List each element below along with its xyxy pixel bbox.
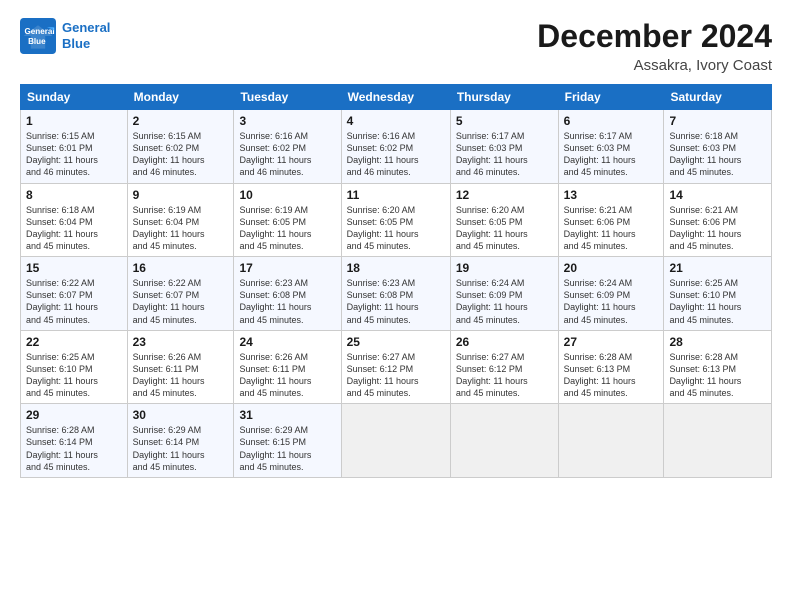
logo: General Blue General Blue	[20, 18, 110, 54]
empty-cell	[450, 404, 558, 478]
day-18: 18Sunrise: 6:23 AMSunset: 6:08 PMDayligh…	[341, 257, 450, 331]
day-30: 30Sunrise: 6:29 AMSunset: 6:14 PMDayligh…	[127, 404, 234, 478]
calendar-week-5: 29Sunrise: 6:28 AMSunset: 6:14 PMDayligh…	[21, 404, 772, 478]
col-tuesday: Tuesday	[234, 85, 341, 110]
day-26: 26Sunrise: 6:27 AMSunset: 6:12 PMDayligh…	[450, 330, 558, 404]
day-20: 20Sunrise: 6:24 AMSunset: 6:09 PMDayligh…	[558, 257, 664, 331]
calendar-week-2: 8Sunrise: 6:18 AMSunset: 6:04 PMDaylight…	[21, 183, 772, 257]
calendar-week-4: 22Sunrise: 6:25 AMSunset: 6:10 PMDayligh…	[21, 330, 772, 404]
day-6: 6Sunrise: 6:17 AMSunset: 6:03 PMDaylight…	[558, 110, 664, 184]
day-23: 23Sunrise: 6:26 AMSunset: 6:11 PMDayligh…	[127, 330, 234, 404]
col-thursday: Thursday	[450, 85, 558, 110]
day-17: 17Sunrise: 6:23 AMSunset: 6:08 PMDayligh…	[234, 257, 341, 331]
col-wednesday: Wednesday	[341, 85, 450, 110]
day-25: 25Sunrise: 6:27 AMSunset: 6:12 PMDayligh…	[341, 330, 450, 404]
day-1: 1Sunrise: 6:15 AMSunset: 6:01 PMDaylight…	[21, 110, 128, 184]
day-19: 19Sunrise: 6:24 AMSunset: 6:09 PMDayligh…	[450, 257, 558, 331]
calendar-table: Sunday Monday Tuesday Wednesday Thursday…	[20, 84, 772, 478]
day-2: 2Sunrise: 6:15 AMSunset: 6:02 PMDaylight…	[127, 110, 234, 184]
day-7: 7Sunrise: 6:18 AMSunset: 6:03 PMDaylight…	[664, 110, 772, 184]
calendar-page: General Blue General Blue December 2024 …	[0, 0, 792, 612]
svg-text:General: General	[25, 27, 55, 36]
title-block: December 2024 Assakra, Ivory Coast	[537, 18, 772, 74]
day-21: 21Sunrise: 6:25 AMSunset: 6:10 PMDayligh…	[664, 257, 772, 331]
day-12: 12Sunrise: 6:20 AMSunset: 6:05 PMDayligh…	[450, 183, 558, 257]
day-22: 22Sunrise: 6:25 AMSunset: 6:10 PMDayligh…	[21, 330, 128, 404]
day-29: 29Sunrise: 6:28 AMSunset: 6:14 PMDayligh…	[21, 404, 128, 478]
day-24: 24Sunrise: 6:26 AMSunset: 6:11 PMDayligh…	[234, 330, 341, 404]
day-27: 27Sunrise: 6:28 AMSunset: 6:13 PMDayligh…	[558, 330, 664, 404]
main-title: December 2024	[537, 18, 772, 55]
empty-cell	[664, 404, 772, 478]
day-4: 4Sunrise: 6:16 AMSunset: 6:02 PMDaylight…	[341, 110, 450, 184]
empty-cell	[558, 404, 664, 478]
subtitle: Assakra, Ivory Coast	[537, 57, 772, 74]
calendar-week-1: 1Sunrise: 6:15 AMSunset: 6:01 PMDaylight…	[21, 110, 772, 184]
day-14: 14Sunrise: 6:21 AMSunset: 6:06 PMDayligh…	[664, 183, 772, 257]
logo-general: General	[62, 20, 110, 36]
calendar-header-row: Sunday Monday Tuesday Wednesday Thursday…	[21, 85, 772, 110]
day-5: 5Sunrise: 6:17 AMSunset: 6:03 PMDaylight…	[450, 110, 558, 184]
col-friday: Friday	[558, 85, 664, 110]
day-13: 13Sunrise: 6:21 AMSunset: 6:06 PMDayligh…	[558, 183, 664, 257]
logo-icon: General Blue	[20, 18, 56, 54]
svg-text:Blue: Blue	[28, 37, 46, 46]
day-28: 28Sunrise: 6:28 AMSunset: 6:13 PMDayligh…	[664, 330, 772, 404]
day-15: 15Sunrise: 6:22 AMSunset: 6:07 PMDayligh…	[21, 257, 128, 331]
day-3: 3Sunrise: 6:16 AMSunset: 6:02 PMDaylight…	[234, 110, 341, 184]
logo-blue: Blue	[62, 36, 110, 52]
header: General Blue General Blue December 2024 …	[20, 18, 772, 74]
day-16: 16Sunrise: 6:22 AMSunset: 6:07 PMDayligh…	[127, 257, 234, 331]
col-sunday: Sunday	[21, 85, 128, 110]
day-8: 8Sunrise: 6:18 AMSunset: 6:04 PMDaylight…	[21, 183, 128, 257]
calendar-week-3: 15Sunrise: 6:22 AMSunset: 6:07 PMDayligh…	[21, 257, 772, 331]
empty-cell	[341, 404, 450, 478]
day-9: 9Sunrise: 6:19 AMSunset: 6:04 PMDaylight…	[127, 183, 234, 257]
day-31: 31Sunrise: 6:29 AMSunset: 6:15 PMDayligh…	[234, 404, 341, 478]
day-10: 10Sunrise: 6:19 AMSunset: 6:05 PMDayligh…	[234, 183, 341, 257]
col-saturday: Saturday	[664, 85, 772, 110]
col-monday: Monday	[127, 85, 234, 110]
day-11: 11Sunrise: 6:20 AMSunset: 6:05 PMDayligh…	[341, 183, 450, 257]
